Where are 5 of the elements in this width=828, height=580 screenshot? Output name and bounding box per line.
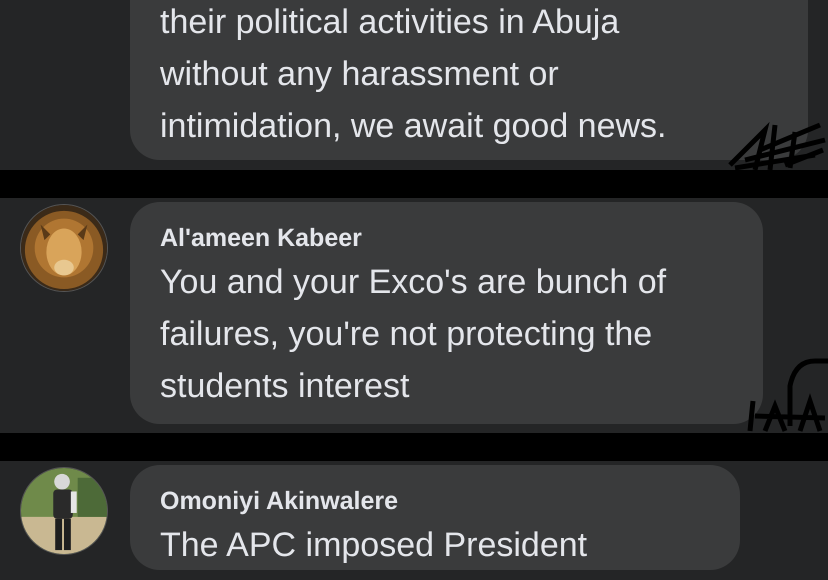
comment-author[interactable]: Al'ameen Kabeer: [160, 222, 735, 254]
comment-text: their political activities in Abuja without any harassment or intimidation, we await good news.: [160, 2, 668, 147]
comment-text: You and your Exco's are bunch of failures, you're not protecting the students interest: [160, 262, 668, 407]
comment-text: The APC imposed President: [160, 525, 588, 566]
comment-author[interactable]: Omoniyi Akinwalere: [160, 485, 712, 517]
